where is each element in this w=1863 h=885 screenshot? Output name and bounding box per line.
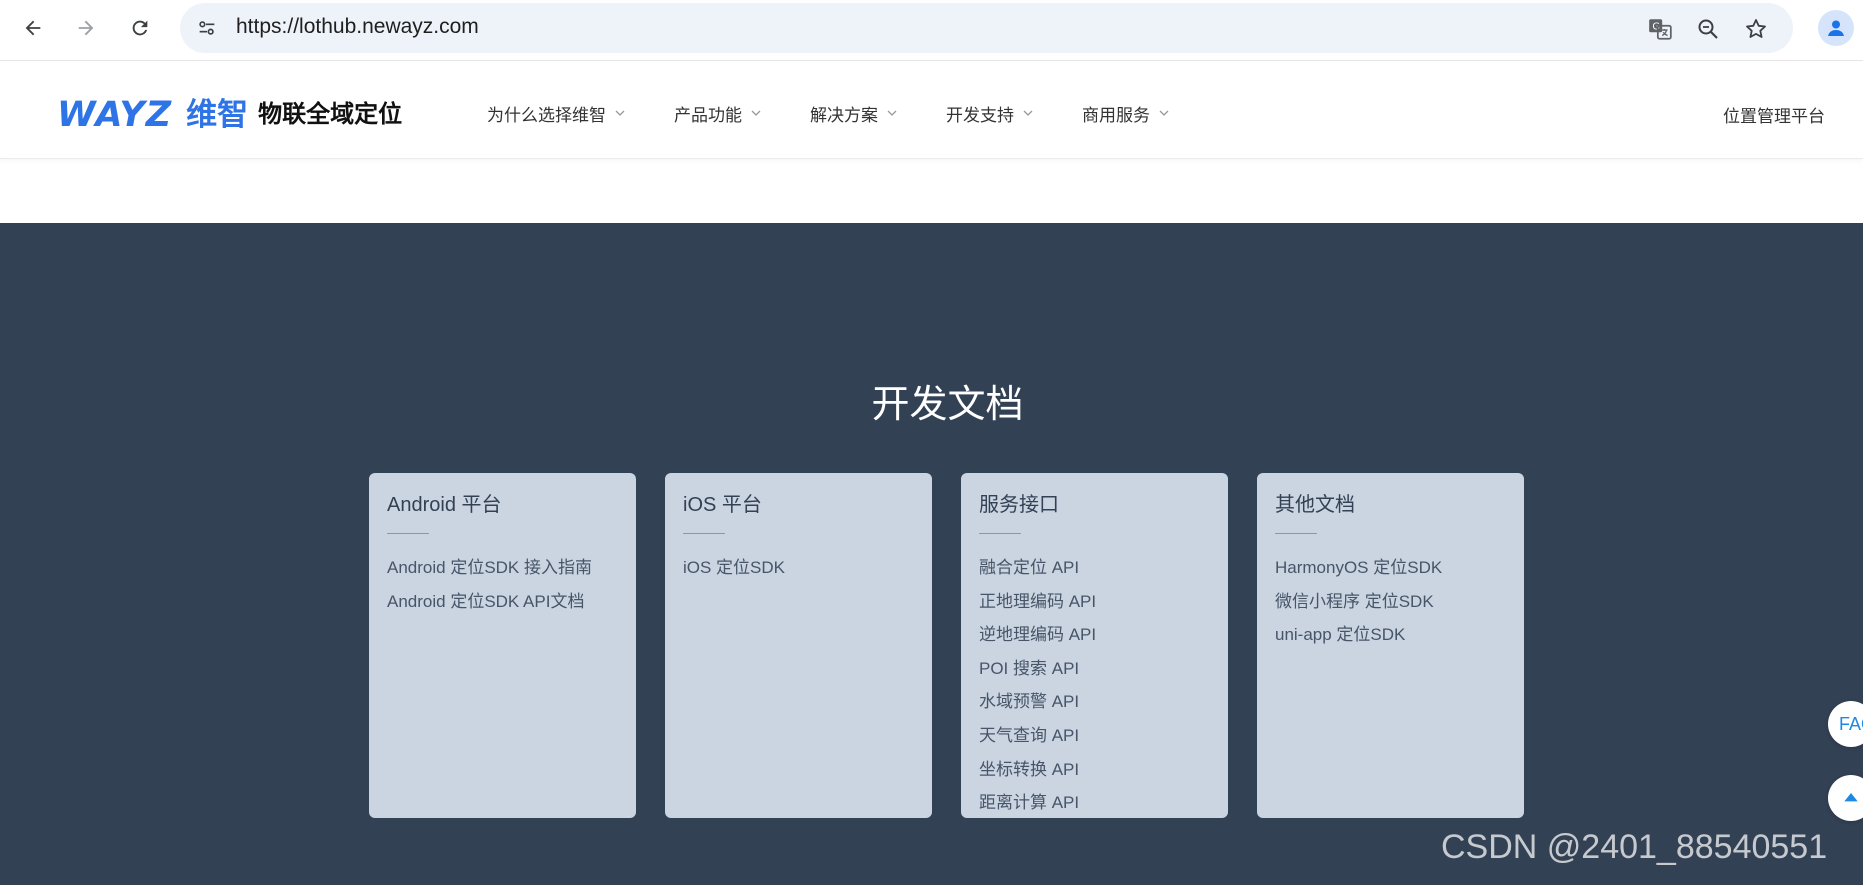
nav-item-label: 为什么选择维智	[487, 105, 606, 125]
nav-item-label: 开发支持	[946, 105, 1014, 125]
url-text[interactable]: https://lothub.newayz.com	[236, 15, 479, 39]
forward-button[interactable]	[66, 8, 106, 48]
main-nav: 为什么选择维智 产品功能 解决方案 开发支持 商用服务	[487, 98, 1218, 128]
bookmark-star-icon[interactable]	[1739, 12, 1773, 46]
nav-item-label: 产品功能	[674, 105, 742, 125]
chevron-down-icon	[751, 110, 761, 116]
profile-avatar[interactable]	[1818, 10, 1854, 46]
site-logo[interactable]: WAYZ 维智 物联全域定位	[57, 95, 402, 135]
doc-link[interactable]: 距离计算 API	[979, 786, 1210, 820]
translate-icon[interactable]: G	[1643, 12, 1677, 46]
card-divider	[1275, 533, 1317, 534]
card-divider	[683, 533, 725, 534]
chevron-down-icon	[1159, 110, 1169, 116]
logo-wordmark: WAYZ	[57, 95, 173, 135]
reload-icon	[132, 20, 148, 36]
doc-link[interactable]: uni-app 定位SDK	[1275, 618, 1506, 652]
faq-label: FAQ	[1839, 713, 1863, 734]
logo-slogan: 物联全域定位	[258, 101, 403, 128]
nav-item-products[interactable]: 产品功能	[674, 98, 762, 128]
docs-section: 开发文档 Android 平台 Android 定位SDK 接入指南 Andro…	[0, 223, 1863, 885]
nav-item-solutions[interactable]: 解决方案	[810, 98, 898, 128]
card-title: 其他文档	[1275, 494, 1355, 516]
doc-card-android: Android 平台 Android 定位SDK 接入指南 Android 定位…	[369, 473, 636, 818]
browser-toolbar: https://lothub.newayz.com G	[0, 0, 1863, 61]
doc-link[interactable]: Android 定位SDK 接入指南	[387, 551, 618, 585]
card-divider	[387, 533, 429, 534]
nav-item-why-wayz[interactable]: 为什么选择维智	[487, 98, 626, 128]
doc-link[interactable]: 逆地理编码 API	[979, 618, 1210, 652]
svg-text:G: G	[1652, 22, 1660, 33]
site-info-icon[interactable]	[192, 13, 222, 43]
watermark: CSDN @2401_88540551	[1441, 828, 1828, 866]
chevron-down-icon	[1023, 110, 1033, 116]
docs-title: 开发文档	[871, 384, 1024, 426]
nav-item-label: 商用服务	[1082, 105, 1150, 125]
site-header: WAYZ 维智 物联全域定位 为什么选择维智 产品功能 解决方案 开发支持 商用…	[0, 62, 1863, 159]
doc-link[interactable]: 融合定位 API	[979, 551, 1210, 585]
zoom-icon[interactable]	[1691, 12, 1725, 46]
location-platform-link[interactable]: 位置管理平台	[1723, 102, 1825, 127]
card-title: iOS 平台	[683, 494, 762, 516]
doc-link[interactable]: Android 定位SDK API文档	[387, 585, 618, 619]
logo-chinese: 维智	[186, 97, 249, 132]
person-icon	[1828, 20, 1844, 36]
doc-link[interactable]: 天气查询 API	[979, 719, 1210, 753]
doc-card-other: 其他文档 HarmonyOS 定位SDK 微信小程序 定位SDK uni-app…	[1257, 473, 1524, 818]
card-title: Android 平台	[387, 494, 502, 516]
doc-card-ios: iOS 平台 iOS 定位SDK	[665, 473, 932, 818]
doc-link[interactable]: POI 搜索 API	[979, 652, 1210, 686]
doc-link[interactable]: iOS 定位SDK	[683, 551, 914, 585]
doc-card-service-api: 服务接口 融合定位 API 正地理编码 API 逆地理编码 API POI 搜索…	[961, 473, 1228, 818]
nav-item-label: 解决方案	[810, 105, 878, 125]
arrow-left-icon	[25, 20, 41, 36]
chevron-down-icon	[615, 110, 625, 116]
doc-link[interactable]: 微信小程序 定位SDK	[1275, 585, 1506, 619]
nav-item-dev-support[interactable]: 开发支持	[946, 98, 1034, 128]
chevron-down-icon	[887, 110, 897, 116]
card-divider	[979, 533, 1021, 534]
address-bar[interactable]: https://lothub.newayz.com G	[180, 3, 1793, 53]
reload-button[interactable]	[120, 8, 160, 48]
arrow-right-icon	[78, 20, 94, 36]
doc-link[interactable]: 坐标转换 API	[979, 753, 1210, 787]
doc-link[interactable]: 水域预警 API	[979, 685, 1210, 719]
doc-link[interactable]: 正地理编码 API	[979, 585, 1210, 619]
back-button[interactable]	[13, 8, 53, 48]
doc-link[interactable]: HarmonyOS 定位SDK	[1275, 551, 1506, 585]
card-title: 服务接口	[979, 494, 1059, 516]
arrow-up-icon	[1844, 793, 1858, 802]
nav-item-commercial[interactable]: 商用服务	[1082, 98, 1170, 128]
